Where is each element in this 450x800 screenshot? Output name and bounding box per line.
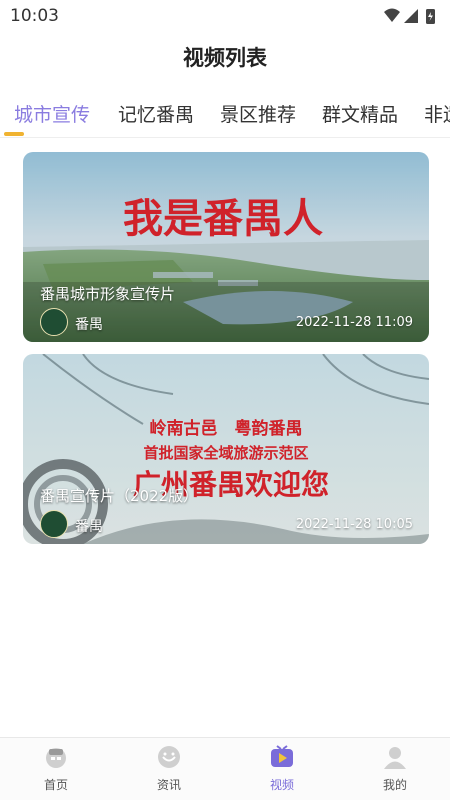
nav-news-label: 资讯 (156, 778, 181, 792)
bottom-nav: 首页 资讯 视频 我的 (0, 737, 450, 800)
video-icon (271, 745, 293, 767)
nav-profile[interactable]: 我的 (355, 744, 435, 798)
tab-culture-picks[interactable]: 群文精品 (322, 100, 398, 127)
video-title: 番禺宣传片（2022版） (40, 487, 199, 505)
tab-active-indicator (4, 132, 24, 136)
profile-icon (384, 747, 406, 769)
video-author: 番禺 (75, 317, 103, 333)
status-time: 10:03 (10, 6, 59, 26)
wifi-icon (384, 8, 400, 22)
tab-intangible-heritage[interactable]: 非遗 (424, 100, 450, 127)
thumbnail-line-2: 首批国家全域旅游示范区 (143, 444, 308, 462)
video-date: 2022-11-28 11:09 (295, 315, 413, 330)
author-avatar (40, 510, 68, 538)
thumbnail-calligraphy: 我是番禺人 (123, 195, 323, 242)
tab-memory-panyu[interactable]: 记忆番禺 (118, 100, 194, 127)
home-icon (46, 748, 66, 768)
nav-profile-label: 我的 (382, 778, 407, 792)
nav-video-label: 视频 (269, 778, 294, 792)
video-card[interactable]: 我是番禺人 番禺城市形象宣传片 番禺 2022-11-28 11:09 (23, 152, 429, 342)
nav-news[interactable]: 资讯 (129, 744, 209, 798)
status-icons (384, 8, 435, 24)
category-tabs: 城市宣传 记忆番禺 景区推荐 群文精品 非遗 (0, 92, 450, 136)
page-title: 视频列表 (183, 46, 267, 70)
status-bar: 10:03 (0, 0, 450, 32)
news-icon (158, 746, 180, 768)
nav-video[interactable]: 视频 (242, 744, 322, 798)
video-card[interactable]: 岭南古邑 粤韵番禺 首批国家全域旅游示范区 广州番禺欢迎您 番禺宣传片（2022… (23, 354, 429, 544)
author-avatar (40, 308, 68, 336)
nav-home-label: 首页 (43, 778, 68, 792)
video-title: 番禺城市形象宣传片 (40, 285, 176, 303)
tab-city-promo[interactable]: 城市宣传 (14, 100, 90, 127)
tabs-divider (0, 137, 450, 138)
video-author: 番禺 (75, 519, 103, 535)
video-date: 2022-11-28 10:05 (295, 517, 413, 532)
nav-home[interactable]: 首页 (16, 744, 96, 798)
thumbnail-line-1: 岭南古邑 粤韵番禺 (150, 418, 303, 439)
tab-scenic-spots[interactable]: 景区推荐 (220, 100, 296, 127)
page-header: 视频列表 (0, 38, 450, 78)
signal-icon (404, 9, 418, 23)
